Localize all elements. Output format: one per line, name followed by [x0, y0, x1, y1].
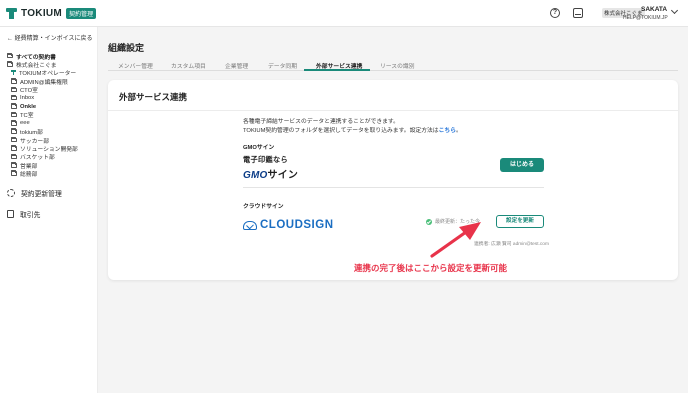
tree-item-onkle[interactable]: Onkle	[7, 102, 78, 110]
inbox-icon[interactable]	[573, 8, 583, 18]
folder-icon	[11, 78, 17, 84]
folder-icon	[11, 145, 17, 151]
sync-status-text: 最終更新：たった今	[435, 219, 481, 225]
folder-icon	[11, 103, 17, 109]
tree-item-inbox[interactable]: Inbox	[7, 94, 78, 102]
tab-data-sync[interactable]: データ同期	[268, 61, 297, 70]
tokium-logo[interactable]: TOKIUM 契約管理	[6, 8, 97, 19]
tree-item-label: TC室	[20, 113, 34, 120]
gmo-section-label: GMOサイン	[243, 145, 275, 151]
annotation-text: 連携の完了後はここから設定を更新可能	[354, 263, 508, 273]
folder-icon	[11, 153, 17, 160]
gmo-logo-wordmark: GMOサイン	[243, 166, 298, 181]
folder-icon	[11, 128, 17, 134]
tree-item-basketball[interactable]: バスケット部	[7, 153, 78, 161]
nav-contract-renewal[interactable]: 契約更新管理	[7, 188, 62, 198]
tab-members[interactable]: メンバー管理	[118, 61, 153, 70]
folder-icon	[11, 120, 17, 126]
user-email[interactable]: HELP@TOKIUM.JP	[623, 15, 668, 21]
intro-line-1: 各種電子締結サービスのデータと連携することができます。	[243, 119, 399, 125]
tree-item-label: CTO室	[20, 88, 38, 95]
check-circle-icon	[426, 218, 432, 225]
chevron-down-icon[interactable]	[670, 6, 679, 15]
page-title: 組織設定	[108, 43, 145, 53]
gmo-logo-part-a: GMO	[243, 170, 268, 181]
intro-text: 各種電子締結サービスのデータと連携することができます。 TOKIUM契約管理のフ…	[243, 118, 462, 135]
tab-company[interactable]: 企業管理	[225, 61, 248, 70]
top-header: TOKIUM 契約管理 ? 株式会社こぐま SAKATA HELP@TOKIUM…	[0, 0, 688, 27]
gmo-logo-tagline: 電子印鑑なら	[243, 155, 288, 164]
nav-label: 契約更新管理	[21, 191, 62, 198]
folder-icon	[11, 170, 17, 176]
intro-line-2-text: TOKIUM契約管理のフォルダを選択してデータを取り込みます。設定方法は	[243, 127, 439, 134]
cloudsign-wordmark: CLOUDSIGN	[260, 219, 334, 231]
tab-lease[interactable]: リースの識別	[380, 61, 415, 70]
gmo-sign-logo: 電子印鑑なら GMOサイン	[243, 155, 298, 181]
gear-icon	[7, 189, 15, 197]
external-services-card: 外部サービス連携 各種電子締結サービスのデータと連携することができます。 TOK…	[108, 80, 678, 280]
sidebar: ← 経費精算・インボイスに戻る すべての契約書 株式会社こぐま TOKIUMオペ…	[0, 27, 98, 393]
section-divider	[243, 187, 544, 188]
gmo-start-button[interactable]: はじめる	[500, 158, 544, 172]
cloudsign-section-label: クラウドサイン	[243, 204, 284, 210]
folder-icon	[7, 53, 13, 59]
help-circle-icon[interactable]: ?	[550, 8, 560, 18]
folder-icon	[11, 86, 17, 92]
intro-line-2-end: 。	[456, 127, 462, 134]
update-settings-button[interactable]: 設定を更新	[496, 215, 544, 228]
active-tab-indicator	[304, 69, 370, 71]
help-link[interactable]: こちら	[439, 128, 456, 134]
sync-status: 最終更新：たった今	[426, 218, 480, 225]
tree-item-tc[interactable]: TC室	[7, 111, 78, 119]
cloudsign-logo: CLOUDSIGN	[243, 219, 334, 231]
tree-item-label: 総務部	[20, 172, 38, 179]
tokium-icon	[11, 70, 16, 76]
connected-user: 連携者: 広瀬 賢司 admin@test.com	[474, 242, 549, 247]
cloudsign-cloud-icon	[243, 220, 257, 230]
tree-item-label: eee	[20, 120, 30, 127]
tree-item-admin[interactable]: ADMIN@編集権限	[7, 77, 78, 86]
product-badge: 契約管理	[66, 8, 97, 19]
logo-text: TOKIUM	[21, 8, 63, 19]
back-to-expense-link[interactable]: ← 経費精算・インボイスに戻る	[7, 33, 93, 42]
tab-custom-fields[interactable]: カスタム項目	[171, 61, 206, 70]
user-name[interactable]: SAKATA	[641, 6, 667, 13]
tokium-logo-icon	[6, 8, 17, 19]
tree-item-general-affairs[interactable]: 総務部	[7, 169, 78, 179]
book-icon	[7, 210, 14, 218]
tree-item-sales[interactable]: 営業部	[7, 161, 78, 170]
tree-item-cto[interactable]: CTO室	[7, 86, 78, 94]
divider	[108, 110, 678, 111]
folder-icon	[11, 111, 17, 118]
card-title: 外部サービス連携	[119, 92, 188, 102]
folder-icon	[11, 162, 17, 168]
tree-item-label: Onkle	[20, 103, 37, 110]
folder-icon	[11, 136, 17, 143]
folder-icon	[7, 61, 13, 67]
nav-partners[interactable]: 取引先	[7, 209, 40, 219]
intro-line-2: TOKIUM契約管理のフォルダを選択してデータを取り込みます。設定方法はこちら。	[243, 127, 462, 136]
nav-label: 取引先	[20, 212, 41, 219]
folder-icon	[11, 94, 17, 101]
tree-item-label: Inbox	[20, 95, 35, 102]
settings-tabs: メンバー管理 カスタム項目 企業管理 データ同期 外部サービス連携 リースの識別	[108, 59, 678, 71]
folder-tree: すべての契約書 株式会社こぐま TOKIUMオペレーター ADMIN@編集権限 …	[7, 52, 78, 178]
gmo-logo-part-b: サイン	[267, 170, 299, 181]
